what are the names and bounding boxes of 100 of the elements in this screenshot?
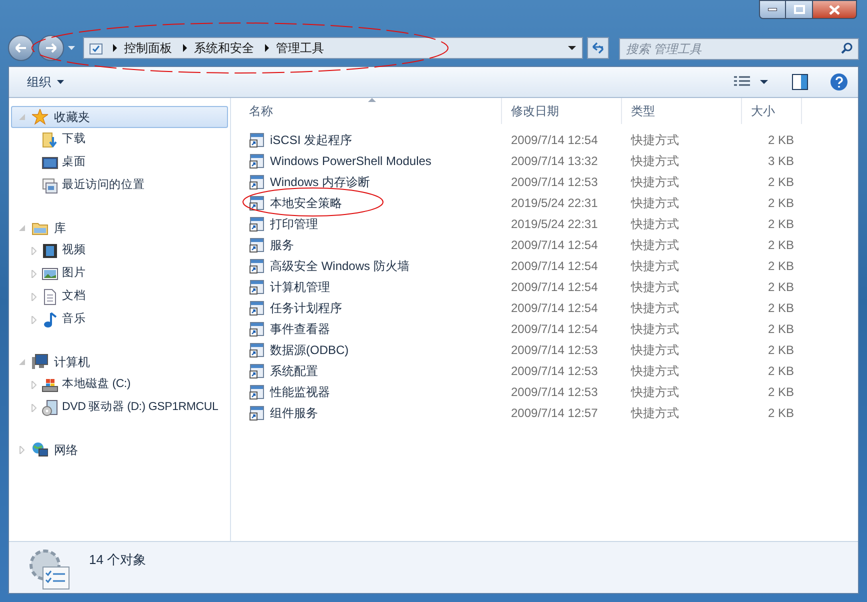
column-header[interactable]: 类型 — [622, 98, 742, 124]
caret-icon — [57, 80, 64, 84]
refresh-button[interactable] — [587, 37, 609, 59]
star-icon — [32, 109, 48, 125]
file-name[interactable]: 服务 — [270, 236, 294, 254]
file-size: 2 KB — [768, 406, 794, 420]
dropdown-caret-icon[interactable] — [568, 46, 576, 50]
file-size: 2 KB — [768, 258, 794, 272]
shortcut-icon — [249, 152, 265, 168]
navigation-item[interactable]: 收藏夹 — [11, 106, 228, 128]
navigation-item[interactable]: 文档 — [11, 285, 228, 308]
column-header[interactable]: 修改日期 — [502, 98, 622, 124]
minimize-icon — [768, 8, 777, 11]
history-caret-icon[interactable] — [68, 46, 75, 50]
file-size: 2 KB — [768, 322, 794, 336]
navigation-item[interactable]: 本地磁盘 (C:) — [11, 373, 228, 396]
file-name[interactable]: 高级安全 Windows 防火墙 — [270, 256, 410, 274]
navigation-item[interactable]: 网络 — [11, 439, 228, 461]
file-type: 快捷方式 — [631, 280, 679, 294]
file-size: 2 KB — [768, 216, 794, 230]
breadcrumb-link[interactable]: 系统和安全 — [194, 39, 254, 57]
forward-button[interactable] — [38, 35, 64, 61]
preview-pane-icon[interactable] — [792, 74, 808, 90]
picture-icon — [42, 266, 58, 282]
forward-arrow-icon — [45, 43, 57, 53]
navigation-item[interactable]: 计算机 — [11, 351, 228, 373]
file-size: 2 KB — [768, 342, 794, 356]
file-date: 2009/7/14 13:32 — [511, 154, 598, 168]
file-type: 快捷方式 — [631, 342, 679, 356]
view-caret-icon[interactable] — [760, 80, 768, 84]
shortcut-icon — [249, 174, 265, 190]
file-type: 快捷方式 — [631, 216, 679, 230]
maximize-icon — [794, 5, 804, 14]
navigation-item[interactable]: 图片 — [11, 262, 228, 285]
file-name[interactable]: Windows PowerShell Modules — [270, 152, 432, 170]
shortcut-icon — [249, 320, 265, 336]
desktop-icon — [42, 154, 58, 170]
file-name[interactable]: iSCSI 发起程序 — [270, 130, 352, 148]
file-date: 2009/7/14 12:53 — [511, 364, 598, 378]
maximize-button[interactable] — [786, 0, 812, 19]
file-name[interactable]: 计算机管理 — [270, 278, 330, 296]
shortcut-icon — [249, 342, 265, 358]
navigation-item[interactable]: 音乐 — [11, 308, 228, 331]
navigation-item[interactable]: 最近访问的位置 — [11, 174, 228, 197]
shortcut-icon — [249, 384, 265, 400]
file-name[interactable]: 数据源(ODBC) — [270, 340, 349, 358]
file-date: 2019/5/24 22:31 — [511, 196, 598, 210]
breadcrumb-link[interactable]: 控制面板 — [124, 39, 172, 57]
search-icon — [841, 42, 853, 54]
file-name[interactable]: 性能监视器 — [270, 382, 330, 400]
file-type: 快捷方式 — [631, 132, 679, 146]
minimize-button[interactable] — [759, 0, 786, 19]
file-type: 快捷方式 — [631, 364, 679, 378]
file-name[interactable]: 组件服务 — [270, 404, 318, 422]
navigation-item[interactable]: 视频 — [11, 239, 228, 262]
library-icon — [32, 220, 48, 236]
back-arrow-icon — [15, 43, 27, 53]
shortcut-icon — [249, 194, 265, 210]
document-icon — [42, 288, 58, 304]
file-date: 2009/7/14 12:57 — [511, 406, 598, 420]
breadcrumb-link[interactable]: 管理工具 — [276, 39, 324, 57]
file-date: 2009/7/14 12:54 — [511, 258, 598, 272]
shortcut-icon — [249, 362, 265, 378]
file-name[interactable]: Windows 内存诊断 — [270, 172, 370, 190]
dvd-icon — [42, 400, 58, 416]
navigation-item[interactable]: 桌面 — [11, 151, 228, 174]
shortcut-icon — [249, 404, 265, 420]
shortcut-icon — [249, 216, 265, 232]
file-type: 快捷方式 — [631, 300, 679, 314]
file-type: 快捷方式 — [631, 384, 679, 398]
file-date: 2009/7/14 12:53 — [511, 384, 598, 398]
back-button[interactable] — [8, 35, 34, 61]
address-bar[interactable]: 控制面板 系统和安全 管理工具 — [83, 37, 583, 59]
file-type: 快捷方式 — [631, 322, 679, 336]
file-name[interactable]: 事件查看器 — [270, 320, 330, 338]
close-button[interactable] — [812, 0, 857, 19]
item-count-text: 14 个对象 — [89, 551, 146, 569]
organize-menu[interactable]: 组织 — [19, 73, 72, 91]
file-size: 2 KB — [768, 196, 794, 210]
file-name[interactable]: 任务计划程序 — [270, 298, 342, 316]
file-date: 2019/5/24 22:31 — [511, 216, 598, 230]
file-size: 2 KB — [768, 238, 794, 252]
column-header[interactable]: 大小 — [742, 98, 802, 124]
file-size: 2 KB — [768, 132, 794, 146]
file-name[interactable]: 系统配置 — [270, 362, 318, 380]
music-icon — [42, 312, 58, 328]
file-size: 2 KB — [768, 384, 794, 398]
view-list-icon[interactable] — [734, 76, 750, 88]
file-size: 3 KB — [768, 154, 794, 168]
file-date: 2009/7/14 12:54 — [511, 132, 598, 146]
file-name[interactable]: 打印管理 — [270, 214, 318, 232]
navigation-item[interactable]: 下载 — [11, 128, 228, 151]
file-date: 2009/7/14 12:54 — [511, 300, 598, 314]
refresh-arrows-icon — [591, 42, 605, 54]
navigation-item[interactable]: DVD 驱动器 (D:) GSP1RMCUL — [11, 396, 228, 419]
help-icon[interactable] — [830, 73, 848, 91]
shortcut-icon — [249, 258, 265, 274]
search-field[interactable]: 搜索 管理工具 — [619, 38, 859, 60]
navigation-item[interactable]: 库 — [11, 217, 228, 239]
shortcut-icon — [249, 132, 265, 148]
